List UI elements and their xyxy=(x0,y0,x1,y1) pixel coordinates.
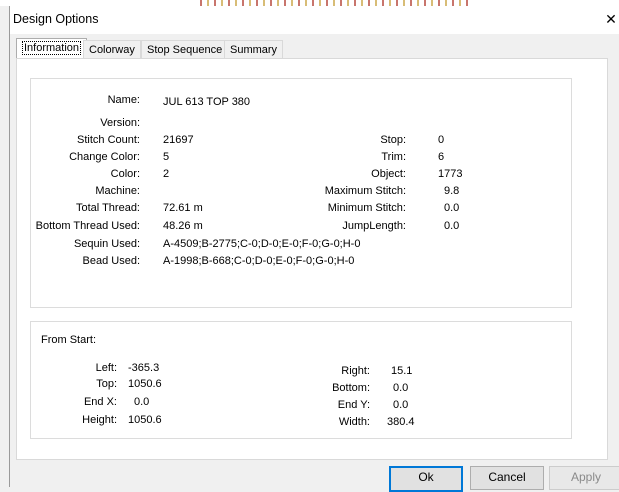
name-value: JUL 613 TOP 380 xyxy=(163,96,251,108)
design-info-group: Name: JUL 613 TOP 380 Version: Stitch Co… xyxy=(30,78,572,308)
sequin-used-value: A-4509;B-2775;C-0;D-0;E-0;F-0;G-0;H-0 xyxy=(163,238,361,250)
tab-summary[interactable]: Summary xyxy=(224,40,284,59)
from-start-heading: From Start: xyxy=(41,334,97,346)
bead-used-value: A-1998;B-668;C-0;D-0;E-0;F-0;G-0;H-0 xyxy=(163,255,355,267)
end-x-value: 0.0 xyxy=(134,396,150,408)
min-stitch-label: Minimum Stitch: xyxy=(327,202,406,214)
total-thread-label: Total Thread: xyxy=(75,202,140,214)
bottom-thread-value: 48.26 m xyxy=(163,220,203,232)
window-border xyxy=(9,6,10,487)
min-stitch-value: 0.0 xyxy=(444,202,460,214)
sequin-used-label: Sequin Used: xyxy=(73,238,140,250)
version-label: Version: xyxy=(100,117,140,129)
max-stitch-value: 9.8 xyxy=(444,185,460,197)
change-color-value: 5 xyxy=(163,151,170,163)
stitch-count-label: Stitch Count: xyxy=(77,134,140,146)
machine-label: Machine: xyxy=(95,185,140,197)
cancel-button[interactable]: Cancel xyxy=(470,466,544,490)
left-label: Left: xyxy=(95,362,117,374)
ok-button[interactable]: Ok xyxy=(389,466,463,492)
bottom-label: Bottom: xyxy=(332,382,370,394)
stop-value: 0 xyxy=(438,134,445,146)
color-label: Color: xyxy=(110,168,140,180)
top-label: Top: xyxy=(96,378,117,390)
tab-information-label: Information xyxy=(22,41,82,55)
stitch-count-value: 21697 xyxy=(163,134,194,146)
color-value: 2 xyxy=(163,168,170,180)
stop-label: Stop: xyxy=(380,134,406,146)
tab-information[interactable]: Information xyxy=(16,38,88,60)
top-value: 1050.6 xyxy=(128,378,162,390)
end-y-value: 0.0 xyxy=(393,399,409,411)
trim-label: Trim: xyxy=(381,151,406,163)
tab-summary-label: Summary xyxy=(230,44,278,56)
object-value: 1773 xyxy=(438,168,463,180)
bottom-thread-label: Bottom Thread Used: xyxy=(35,220,140,232)
height-label: Height: xyxy=(82,414,117,426)
close-icon[interactable]: ✕ xyxy=(603,11,619,28)
tab-colorway-label: Colorway xyxy=(89,44,135,56)
width-value: 380.4 xyxy=(387,416,415,428)
title-bar[interactable]: Design Options ✕ xyxy=(10,6,619,34)
change-color-label: Change Color: xyxy=(69,151,140,163)
tab-strip: Information Colorway Stop Sequence Summa… xyxy=(10,34,619,60)
window-title: Design Options xyxy=(13,12,99,26)
tab-stop-sequence-label: Stop Sequence xyxy=(147,44,223,56)
trim-value: 6 xyxy=(438,151,445,163)
max-stitch-label: Maximum Stitch: xyxy=(324,185,406,197)
right-value: 15.1 xyxy=(391,365,413,377)
from-start-group: From Start: Left: -365.3 Top: 1050.6 End… xyxy=(30,321,572,439)
bead-used-label: Bead Used: xyxy=(82,255,140,267)
height-value: 1050.6 xyxy=(128,414,162,426)
end-y-label: End Y: xyxy=(337,399,370,411)
apply-button[interactable]: Apply xyxy=(549,466,619,490)
tab-colorway[interactable]: Colorway xyxy=(83,40,141,59)
bottom-value: 0.0 xyxy=(393,382,409,394)
left-value: -365.3 xyxy=(128,362,160,374)
end-x-label: End X: xyxy=(83,396,117,408)
name-label: Name: xyxy=(107,94,140,106)
jump-length-value: 0.0 xyxy=(444,220,460,232)
jump-length-label: JumpLength: xyxy=(342,220,406,232)
width-label: Width: xyxy=(338,416,370,428)
total-thread-value: 72.61 m xyxy=(163,202,203,214)
tab-stop-sequence[interactable]: Stop Sequence xyxy=(141,40,229,59)
object-label: Object: xyxy=(371,168,406,180)
right-label: Right: xyxy=(341,365,370,377)
